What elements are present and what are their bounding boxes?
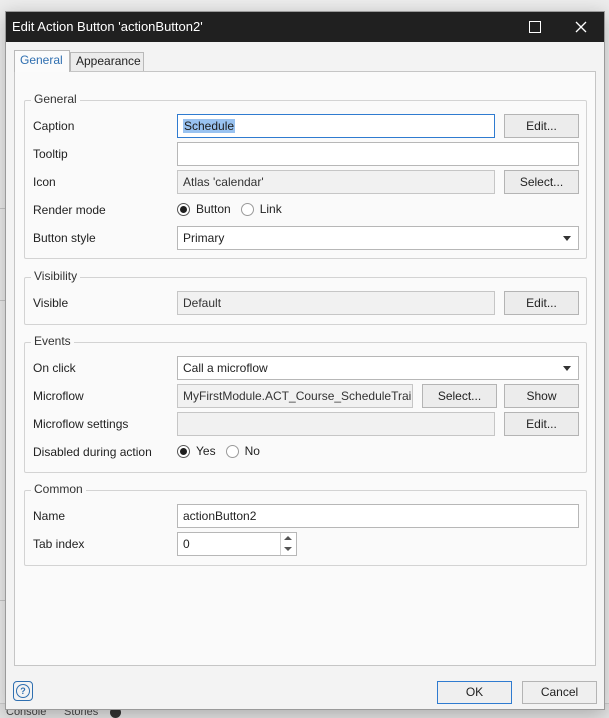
name-label: Name	[33, 509, 66, 523]
tab-index-row: Tab index 0	[33, 532, 580, 556]
on-click-dropdown[interactable]: Call a microflow	[177, 356, 579, 380]
caption-value: Schedule	[183, 119, 236, 133]
microflow-row: Microflow MyFirstModule.ACT_Course_Sched…	[33, 384, 580, 408]
maximize-button[interactable]	[512, 12, 558, 42]
visibility-group: Visibility Visible Default Edit...	[24, 269, 587, 325]
name-input[interactable]: actionButton2	[177, 504, 579, 528]
visible-field: Default	[177, 291, 495, 315]
icon-label: Icon	[33, 175, 56, 189]
events-group-legend: Events	[31, 334, 74, 348]
visibility-group-legend: Visibility	[31, 269, 81, 283]
edit-action-button-dialog: Edit Action Button 'actionButton2' Gener…	[5, 11, 605, 710]
microflow-field: MyFirstModule.ACT_Course_ScheduleTrair	[177, 384, 413, 408]
spin-down-icon[interactable]	[284, 547, 292, 551]
visible-label: Visible	[33, 296, 69, 310]
chevron-down-icon	[563, 236, 571, 241]
microflow-label: Microflow	[33, 389, 84, 403]
events-group: Events On click Call a microflow Microfl…	[24, 334, 587, 473]
microflow-settings-row: Microflow settings Edit...	[33, 412, 580, 436]
tooltip-input[interactable]	[177, 142, 579, 166]
render-mode-link-radio[interactable]	[240, 202, 254, 216]
disabled-during-action-label: Disabled during action	[33, 445, 152, 459]
title-bar: Edit Action Button 'actionButton2'	[6, 12, 604, 42]
window-title: Edit Action Button 'actionButton2'	[12, 19, 203, 34]
ok-button[interactable]: OK	[437, 681, 512, 704]
tab-index-label: Tab index	[33, 537, 85, 551]
render-mode-button-label: Button	[196, 202, 231, 216]
visible-edit-button[interactable]: Edit...	[504, 291, 579, 315]
disabled-no-label: No	[244, 444, 260, 458]
icon-select-button[interactable]: Select...	[504, 170, 579, 194]
microflow-select-button[interactable]: Select...	[422, 384, 497, 408]
render-mode-button-radio[interactable]	[177, 202, 190, 216]
caption-label: Caption	[33, 119, 75, 133]
icon-row: Icon Atlas 'calendar' Select...	[33, 170, 580, 194]
button-style-dropdown[interactable]: Primary	[177, 226, 579, 250]
microflow-show-button[interactable]: Show	[504, 384, 579, 408]
disabled-during-action-radio-group: Yes No	[177, 444, 270, 458]
render-mode-row: Render mode Button Link	[33, 198, 580, 222]
disabled-yes-label: Yes	[196, 444, 216, 458]
cancel-button[interactable]: Cancel	[522, 681, 597, 704]
maximize-icon	[529, 21, 541, 33]
spinner-buttons	[280, 533, 296, 555]
tab-general[interactable]: General	[14, 50, 70, 72]
chevron-down-icon	[563, 366, 571, 371]
on-click-row: On click Call a microflow	[33, 356, 580, 380]
on-click-label: On click	[33, 361, 76, 375]
help-button[interactable]: ?	[13, 681, 33, 701]
button-style-label: Button style	[33, 231, 96, 245]
help-icon: ?	[16, 684, 30, 698]
tab-index-spinner[interactable]: 0	[177, 532, 297, 556]
spin-up-icon[interactable]	[284, 536, 292, 540]
microflow-settings-edit-button[interactable]: Edit...	[504, 412, 579, 436]
render-mode-radio-group: Button Link	[177, 202, 292, 216]
on-click-value: Call a microflow	[183, 361, 268, 375]
radio-selected-dot	[180, 447, 187, 455]
radio-selected-dot	[180, 205, 187, 213]
render-mode-link-label: Link	[259, 202, 282, 216]
visible-row: Visible Default Edit...	[33, 291, 580, 315]
caption-input[interactable]: Schedule	[177, 114, 495, 138]
button-style-value: Primary	[183, 231, 225, 245]
general-group-legend: General	[31, 92, 80, 106]
button-style-row: Button style Primary	[33, 226, 580, 250]
microflow-settings-field	[177, 412, 495, 436]
disabled-during-action-row: Disabled during action Yes No	[33, 440, 580, 464]
name-row: Name actionButton2	[33, 504, 580, 528]
microflow-settings-label: Microflow settings	[33, 417, 129, 431]
tooltip-row: Tooltip	[33, 142, 580, 166]
general-group: General Caption Schedule Edit... Tooltip…	[24, 92, 587, 259]
general-tab-panel: General Caption Schedule Edit... Tooltip…	[14, 71, 596, 666]
close-button[interactable]	[558, 12, 604, 42]
common-group: Common Name actionButton2 Tab index 0	[24, 482, 587, 566]
caption-row: Caption Schedule Edit...	[33, 114, 580, 138]
disabled-no-radio[interactable]	[225, 444, 239, 458]
caption-edit-button[interactable]: Edit...	[504, 114, 579, 138]
disabled-yes-radio[interactable]	[177, 444, 190, 458]
common-group-legend: Common	[31, 482, 86, 496]
tooltip-label: Tooltip	[33, 147, 68, 161]
render-mode-label: Render mode	[33, 203, 106, 217]
icon-field: Atlas 'calendar'	[177, 170, 495, 194]
tab-appearance[interactable]: Appearance	[70, 52, 144, 71]
close-icon	[575, 21, 587, 33]
tab-index-value: 0	[183, 537, 190, 551]
